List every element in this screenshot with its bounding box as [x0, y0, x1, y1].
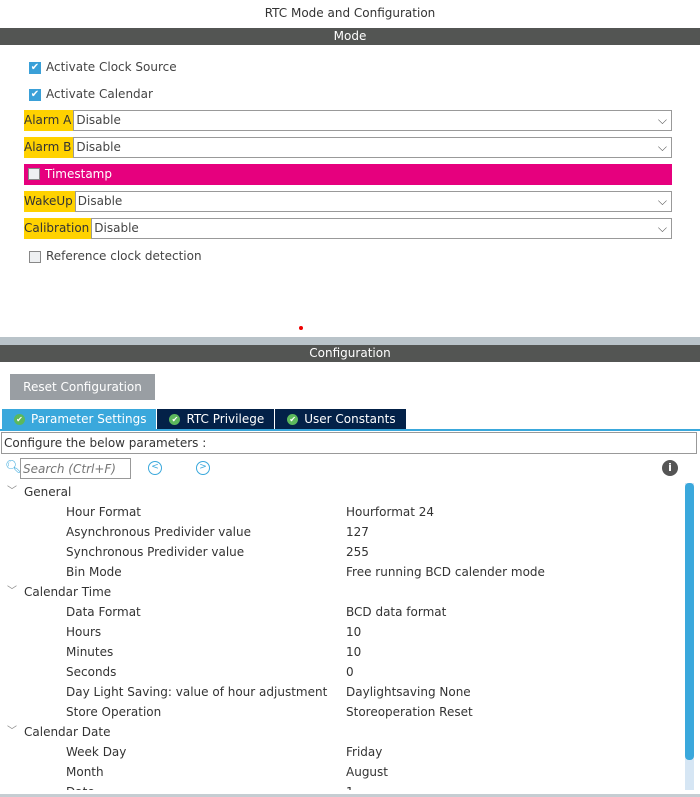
- check-circle-icon: ✔: [287, 414, 299, 425]
- chevron-down-icon: ⌵: [657, 113, 667, 127]
- alarm-b-row: Alarm B Disable ⌵: [24, 137, 672, 158]
- scrollbar-thumb[interactable]: [685, 483, 694, 760]
- parameter-value[interactable]: 0: [346, 662, 354, 682]
- parameter-row[interactable]: Hour Format Hourformat 24: [0, 502, 684, 522]
- tree-group[interactable]: ﹀ General: [0, 482, 684, 502]
- group-label: Calendar Time: [24, 585, 112, 599]
- parameter-row[interactable]: Hours 10: [0, 622, 684, 642]
- parameter-value[interactable]: Hourformat 24: [346, 502, 434, 522]
- parameter-name: Asynchronous Predivider value: [66, 525, 251, 539]
- next-icon[interactable]: >: [196, 461, 210, 475]
- parameter-row[interactable]: Asynchronous Predivider value 127: [0, 522, 684, 542]
- check-circle-icon: ✔: [14, 414, 25, 425]
- wakeup-label: WakeUp: [24, 191, 75, 212]
- config-tabs: ✔ Parameter Settings ✔ RTC Privilege ✔ User…: [2, 409, 407, 429]
- chevron-down-icon: ⌵: [657, 140, 667, 154]
- calibration-row: Calibration Disable ⌵: [24, 218, 672, 239]
- tree-group[interactable]: ﹀ Calendar Time: [0, 582, 684, 602]
- parameter-value[interactable]: BCD data format: [346, 602, 446, 622]
- calibration-label: Calibration: [24, 218, 92, 239]
- parameter-row[interactable]: Week Day Friday: [0, 742, 684, 762]
- info-icon[interactable]: i: [662, 460, 678, 476]
- mode-header: Mode: [0, 28, 700, 45]
- parameter-value[interactable]: Storeoperation Reset: [346, 702, 473, 722]
- parameter-row[interactable]: Bin Mode Free running BCD calender mode: [0, 562, 684, 582]
- tab-user-constants[interactable]: ✔ User Constants: [275, 409, 406, 429]
- group-label: Calendar Date: [24, 725, 111, 739]
- parameter-value[interactable]: 1: [346, 782, 354, 790]
- activate-clock-source-checkbox[interactable]: ✔ Activate Clock Source: [29, 60, 177, 74]
- parameter-tree: ﹀ General Hour Format Hourformat 24 Asynchro…: [0, 482, 684, 790]
- indicator-dot: [299, 326, 303, 330]
- calibration-select[interactable]: Disable ⌵: [91, 218, 672, 239]
- parameter-row[interactable]: Seconds 0: [0, 662, 684, 682]
- parameter-name: Data Format: [66, 605, 141, 619]
- tab-parameter-settings[interactable]: ✔ Parameter Settings: [2, 409, 157, 429]
- panel-splitter[interactable]: [0, 337, 700, 345]
- search-input[interactable]: [20, 458, 131, 479]
- parameter-name: Date: [66, 782, 95, 790]
- configuration-header: Configuration: [0, 345, 700, 362]
- parameter-name: Hours: [66, 625, 102, 639]
- chevron-down-icon: ﹀: [7, 726, 17, 737]
- check-circle-icon: ✔: [169, 414, 181, 425]
- wakeup-select[interactable]: Disable ⌵: [74, 191, 672, 212]
- wakeup-row: WakeUp Disable ⌵: [24, 191, 672, 212]
- alarm-a-label: Alarm A: [24, 110, 74, 131]
- parameter-row[interactable]: Month August: [0, 762, 684, 782]
- parameter-row[interactable]: Date 1: [0, 782, 684, 790]
- checkbox-unchecked-icon: [28, 168, 40, 180]
- parameter-name: Bin Mode: [66, 565, 122, 579]
- parameter-value[interactable]: Free running BCD calender mode: [346, 562, 545, 582]
- parameter-name: Week Day: [66, 745, 127, 759]
- parameter-name: Seconds: [66, 665, 117, 679]
- tab-underline: [0, 429, 700, 431]
- chevron-down-icon: ﹀: [7, 586, 17, 597]
- parameter-row[interactable]: Data Format BCD data format: [0, 602, 684, 622]
- checkbox-checked-icon: ✔: [29, 61, 41, 74]
- alarm-b-label: Alarm B: [24, 137, 74, 158]
- chevron-down-icon: ﹀: [7, 486, 17, 497]
- parameter-name: Synchronous Predivider value: [66, 545, 245, 559]
- parameter-row[interactable]: Minutes 10: [0, 642, 684, 662]
- parameter-row[interactable]: Day Light Saving: value of hour adjustme…: [0, 682, 684, 702]
- parameter-value[interactable]: August: [346, 762, 388, 782]
- parameter-row[interactable]: Store Operation Storeoperation Reset: [0, 702, 684, 722]
- checkbox-checked-icon: ✔: [29, 88, 41, 101]
- activate-calendar-checkbox[interactable]: ✔ Activate Calendar: [29, 87, 153, 101]
- parameter-value[interactable]: 127: [346, 522, 369, 542]
- group-label: General: [24, 485, 72, 499]
- previous-icon[interactable]: <: [148, 461, 162, 475]
- chevron-down-icon: ⌵: [657, 221, 667, 235]
- parameter-value[interactable]: 10: [346, 622, 361, 642]
- parameter-value[interactable]: Friday: [346, 742, 382, 762]
- parameter-name: Minutes: [66, 645, 114, 659]
- parameter-row[interactable]: Synchronous Predivider value 255: [0, 542, 684, 562]
- tab-rtc-privilege[interactable]: ✔ RTC Privilege: [157, 409, 275, 429]
- parameter-name: Month: [66, 765, 104, 779]
- alarm-a-row: Alarm A Disable ⌵: [24, 110, 672, 131]
- configure-description: Configure the below parameters :: [1, 432, 697, 454]
- timestamp-checkbox[interactable]: Timestamp: [24, 164, 672, 185]
- window-title: RTC Mode and Configuration: [264, 6, 436, 20]
- parameter-name: Hour Format: [66, 505, 142, 519]
- parameter-value[interactable]: 255: [346, 542, 369, 562]
- parameter-name: Day Light Saving: value of hour adjustme…: [66, 685, 328, 699]
- alarm-b-select[interactable]: Disable ⌵: [73, 137, 672, 158]
- parameter-value[interactable]: 10: [346, 642, 361, 662]
- tree-group[interactable]: ﹀ Calendar Date: [0, 722, 684, 742]
- reference-clock-checkbox[interactable]: Reference clock detection: [29, 249, 202, 263]
- parameter-name: Store Operation: [66, 705, 162, 719]
- alarm-a-select[interactable]: Disable ⌵: [73, 110, 672, 131]
- reset-configuration-button[interactable]: Reset Configuration: [10, 374, 155, 400]
- checkbox-unchecked-icon: [29, 250, 41, 263]
- parameter-value[interactable]: Daylightsaving None: [346, 682, 471, 702]
- chevron-down-icon: ⌵: [657, 194, 667, 208]
